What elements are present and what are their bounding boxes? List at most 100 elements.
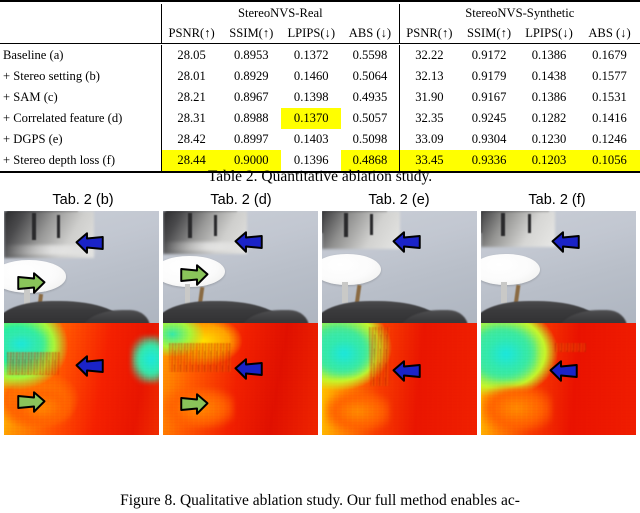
table-cell-highlighted: 0.1370: [281, 108, 342, 129]
figure-column-label-e: Tab. 2 (e): [368, 192, 430, 208]
depth-map-panel-e: [322, 323, 477, 435]
chair-leg: [31, 213, 36, 241]
depth-noise-overlay: [4, 323, 159, 435]
table-cell: 28.01: [160, 66, 222, 87]
wet-floor-region: [322, 211, 400, 250]
figure-column-label-f: Tab. 2 (f): [528, 192, 586, 208]
table-cell: 0.1372: [293, 48, 329, 63]
table-cell: 28.21: [160, 87, 222, 108]
row-label: + Stereo setting (b): [3, 69, 100, 84]
depth-map-panel-b: [4, 323, 159, 435]
table-cell: 0.5057: [352, 111, 388, 126]
figure-column-d: [163, 211, 318, 435]
table-cell: 0.9172: [471, 48, 507, 63]
row-label: Baseline (a): [3, 48, 64, 63]
table-cell: 28.31: [160, 108, 222, 129]
chair-leg: [214, 215, 218, 236]
row-label: + Correlated feature (d): [3, 111, 123, 126]
chair-leg: [343, 213, 348, 237]
table-cell: 32.35: [398, 108, 460, 129]
row-label: + DGPS (e): [3, 132, 63, 147]
rgb-render-panel-e: [322, 211, 477, 323]
table-cell: 32.13: [398, 66, 460, 87]
table-cell: 0.1282: [531, 111, 567, 126]
green-arrow-icon: [179, 263, 209, 287]
green-arrow-icon: [16, 390, 46, 414]
figure-panel-grid: [4, 211, 636, 435]
table-cell: 0.8988: [233, 111, 269, 126]
table-cell: 28.05: [160, 45, 222, 66]
figure-column-label-b: Tab. 2 (b): [52, 192, 114, 208]
blue-arrow-icon: [234, 357, 264, 381]
rgb-render-panel-f: [481, 211, 636, 323]
rgb-render-panel-b: [4, 211, 159, 323]
group-header-stereonvs-synthetic: StereoNVS-Synthetic: [398, 4, 640, 23]
rgb-render-panel-d: [163, 211, 318, 323]
metric-header-abs-real: ABS (↓): [348, 25, 392, 40]
table-cell: 0.1438: [531, 69, 567, 84]
figure-column-labels: Tab. 2 (b) Tab. 2 (d) Tab. 2 (e) Tab. 2 …: [4, 192, 636, 211]
table-cell: 33.09: [398, 129, 460, 150]
metric-header-abs-synth: ABS (↓): [588, 25, 631, 40]
table-cell: 0.1230: [531, 132, 567, 147]
quantitative-ablation-table-container: StereoNVS-Real StereoNVS-Synthetic PSNR(…: [0, 0, 640, 175]
chair-leg: [501, 213, 506, 236]
table-row: + Correlated feature (d) 28.31 0.8988 0.…: [0, 108, 640, 129]
table-cell: 0.1577: [592, 69, 627, 84]
table-cell: 0.9304: [471, 132, 507, 147]
green-arrow-icon: [16, 271, 46, 295]
wet-floor-region: [481, 211, 556, 247]
blue-arrow-icon: [75, 231, 105, 255]
metric-header-ssim-real: SSIM(↑): [229, 25, 274, 40]
table-row: Baseline (a) 28.05 0.8953 0.1372 0.5598 …: [0, 45, 640, 66]
blue-arrow-icon: [551, 230, 581, 254]
depth-map-panel-f: [481, 323, 636, 435]
blue-arrow-icon: [549, 359, 579, 383]
table-cell: 0.8929: [233, 69, 269, 84]
figure-column-e: [322, 211, 477, 435]
table-cell: 0.1679: [592, 48, 627, 63]
metric-header-psnr-synth: PSNR(↑): [398, 23, 460, 44]
table-cell: 0.1386: [531, 90, 567, 105]
metric-header-lpips-real: LPIPS(↓): [287, 25, 336, 40]
table-cell: 0.1403: [293, 132, 329, 147]
table-cell: 0.1386: [531, 48, 567, 63]
table-cell: 0.9179: [471, 69, 507, 84]
table-stem: [342, 281, 348, 303]
metric-header-empty-cell: [0, 23, 161, 44]
table-cell: 0.5598: [352, 48, 388, 63]
table-caption: Table 2. Quantitative ablation study.: [207, 168, 433, 185]
table-row: + Stereo setting (b) 28.01 0.8929 0.1460…: [0, 66, 640, 87]
table-cell: 0.1531: [592, 90, 627, 105]
chair-leg: [187, 213, 192, 238]
qualitative-ablation-figure: Tab. 2 (b) Tab. 2 (d) Tab. 2 (e) Tab. 2 …: [4, 192, 636, 435]
round-table-top: [322, 253, 381, 285]
round-table-top: [481, 253, 540, 285]
table-row: + SAM (c) 28.21 0.8967 0.1398 0.4935 31.…: [0, 87, 640, 108]
green-arrow-icon: [179, 392, 209, 416]
table-stem: [184, 283, 191, 304]
chair-leg: [56, 215, 60, 238]
metric-header-psnr-real: PSNR(↑): [160, 23, 222, 44]
table-cell: 0.1246: [592, 132, 627, 147]
table-metric-header-row: PSNR(↑) SSIM(↑) LPIPS(↓) ABS (↓) PSNR(↑)…: [0, 23, 640, 44]
blue-arrow-icon: [392, 359, 422, 383]
blue-arrow-icon: [234, 230, 264, 254]
table-cell: 0.9245: [471, 111, 507, 126]
table-cell: 31.90: [398, 87, 460, 108]
blue-arrow-icon: [392, 230, 422, 254]
figure-caption: Figure 8. Qualitative ablation study. Ou…: [120, 492, 520, 509]
depth-map-panel-d: [163, 323, 318, 435]
quantitative-ablation-table: StereoNVS-Real StereoNVS-Synthetic PSNR(…: [0, 0, 640, 175]
table-cell: 0.1398: [293, 90, 329, 105]
table-cell: 32.22: [398, 45, 460, 66]
table-cell: 0.8953: [233, 48, 269, 63]
group-header-stereonvs-real: StereoNVS-Real: [160, 4, 400, 23]
blue-arrow-icon: [75, 354, 105, 378]
metric-header-ssim-synth: SSIM(↑): [467, 25, 512, 40]
table-cell: 0.1416: [592, 111, 627, 126]
table-cell: 0.8967: [233, 90, 269, 105]
table-group-header-row: StereoNVS-Real StereoNVS-Synthetic: [0, 4, 640, 23]
table-row: + DGPS (e) 28.42 0.8997 0.1403 0.5098 33…: [0, 129, 640, 150]
table-cell: 0.1460: [293, 69, 329, 84]
